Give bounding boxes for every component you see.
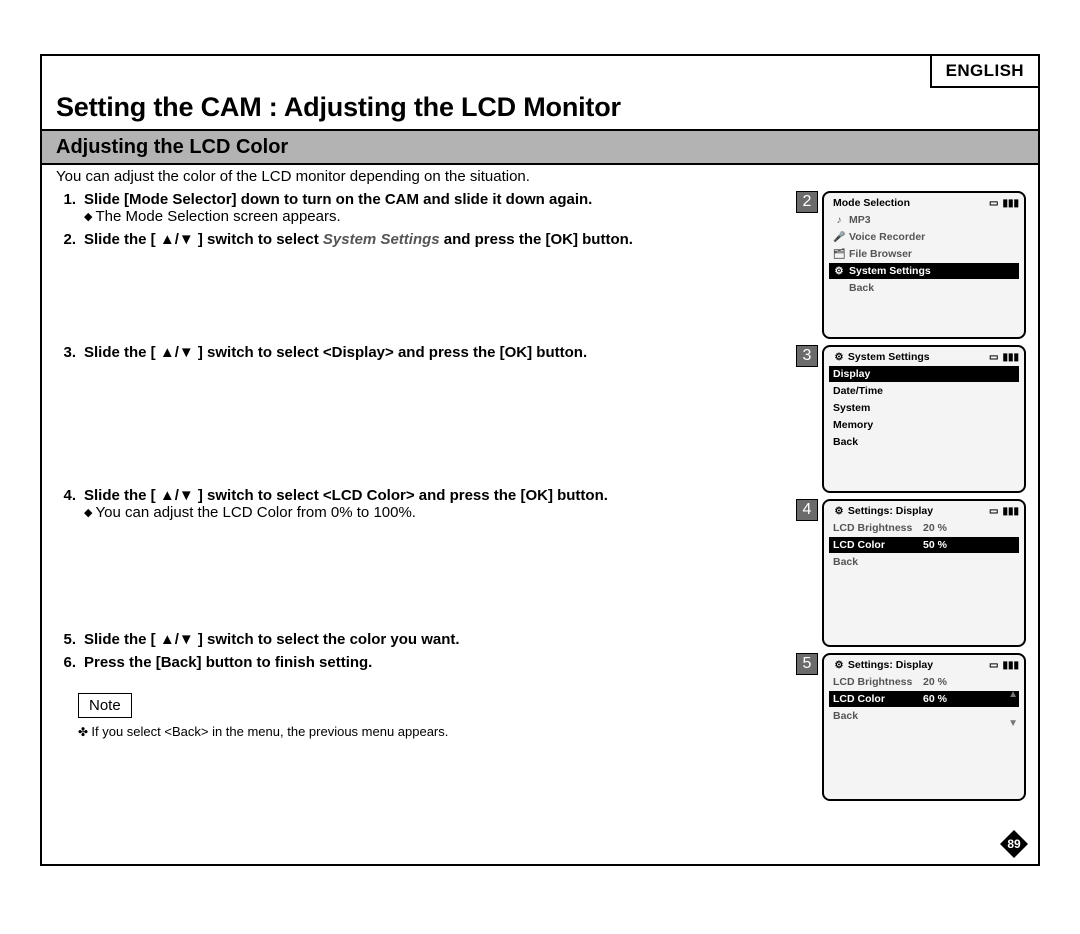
page-number: 89 bbox=[1000, 830, 1028, 858]
step-4: 4. Slide the [ ▲/▼ ] switch to select <L… bbox=[56, 487, 790, 521]
content-row: 1. Slide [Mode Selector] down to turn on… bbox=[42, 191, 1038, 807]
screen-settings-display-2: ⚙ Settings: Display ▭ ▮▮▮ LCD Brightness2… bbox=[822, 653, 1026, 801]
row-brightness: LCD Brightness20 % bbox=[829, 520, 1019, 536]
step-number: 4. bbox=[56, 487, 84, 521]
screen-number: 3 bbox=[796, 345, 818, 367]
screen-title: Settings: Display bbox=[848, 505, 933, 517]
battery-icon: ▮▮▮ bbox=[1002, 660, 1019, 671]
music-icon: ♪ bbox=[833, 215, 845, 226]
step-number: 6. bbox=[56, 654, 84, 671]
step-1: 1. Slide [Mode Selector] down to turn on… bbox=[56, 191, 790, 225]
menu-item-system-settings: ⚙System Settings bbox=[829, 263, 1019, 279]
step-6: 6. Press the [Back] button to finish set… bbox=[56, 654, 790, 671]
card-icon: ▭ bbox=[989, 506, 998, 517]
step-3: 3. Slide the [ ▲/▼ ] switch to select <D… bbox=[56, 344, 790, 361]
intro-text: You can adjust the color of the LCD moni… bbox=[42, 165, 1038, 189]
step-number: 3. bbox=[56, 344, 84, 361]
step-sub: The Mode Selection screen appears. bbox=[84, 208, 790, 225]
screen-system-settings: ⚙ System Settings ▭ ▮▮▮ Display Date/Time… bbox=[822, 345, 1026, 493]
row-lcd-color: LCD Color60 % bbox=[829, 691, 1019, 707]
row-back: Back bbox=[829, 554, 1019, 570]
screen-title: System Settings bbox=[848, 351, 930, 363]
screen-number: 2 bbox=[796, 191, 818, 213]
screen-settings-display-1: ⚙ Settings: Display ▭ ▮▮▮ LCD Brightness2… bbox=[822, 499, 1026, 647]
menu-item-voice: 🎤Voice Recorder bbox=[829, 229, 1019, 245]
screen-4-wrap: 4 ⚙ Settings: Display ▭ ▮▮▮ LCD Brightnes… bbox=[796, 499, 1032, 647]
page-number-badge: 89 bbox=[1000, 830, 1028, 858]
step-text-post: and press the [OK] button. bbox=[440, 231, 633, 248]
menu-item-system: System bbox=[829, 400, 1019, 416]
menu-item-mp3: ♪MP3 bbox=[829, 212, 1019, 228]
step-2: 2. Slide the [ ▲/▼ ] switch to select Sy… bbox=[56, 231, 790, 248]
section-title: Adjusting the LCD Color bbox=[42, 131, 1038, 165]
gear-icon: ⚙ bbox=[833, 660, 845, 671]
step-5: 5. Slide the [ ▲/▼ ] switch to select th… bbox=[56, 631, 790, 648]
screen-2-wrap: 2 Mode Selection ▭ ▮▮▮ ♪MP3 🎤Voice Record… bbox=[796, 191, 1032, 339]
step-number: 5. bbox=[56, 631, 84, 648]
screen-number: 5 bbox=[796, 653, 818, 675]
card-icon: ▭ bbox=[989, 352, 998, 363]
menu-item-filebrowser: 🗂File Browser bbox=[829, 246, 1019, 262]
screen-5-wrap: 5 ⚙ Settings: Display ▭ ▮▮▮ LCD Brightnes… bbox=[796, 653, 1032, 801]
row-back: Back bbox=[829, 708, 1019, 724]
screen-3-wrap: 3 ⚙ System Settings ▭ ▮▮▮ Display Date/Ti… bbox=[796, 345, 1032, 493]
mic-icon: 🎤 bbox=[833, 232, 845, 243]
row-brightness: LCD Brightness20 % bbox=[829, 674, 1019, 690]
gear-icon: ⚙ bbox=[833, 506, 845, 517]
battery-icon: ▮▮▮ bbox=[1002, 352, 1019, 363]
step-text: Slide the [ ▲/▼ ] switch to select <Disp… bbox=[84, 344, 587, 361]
gear-icon: ⚙ bbox=[833, 266, 845, 277]
battery-icon: ▮▮▮ bbox=[1002, 198, 1019, 209]
menu-item-back: Back bbox=[829, 434, 1019, 450]
status-icons: ▭ ▮▮▮ bbox=[989, 198, 1019, 209]
menu-item-datetime: Date/Time bbox=[829, 383, 1019, 399]
arrow-down-icon: ▼ bbox=[1008, 718, 1018, 729]
manual-page: ENGLISH Setting the CAM : Adjusting the … bbox=[40, 54, 1040, 866]
folder-icon: 🗂 bbox=[833, 249, 845, 260]
step-text: Slide the [ ▲/▼ ] switch to select <LCD … bbox=[84, 487, 608, 504]
screen-title: Settings: Display bbox=[848, 659, 933, 671]
step-text: Press the [Back] button to finish settin… bbox=[84, 654, 372, 671]
step-text-em: System Settings bbox=[323, 231, 440, 248]
arrow-up-icon: ▲ bbox=[1008, 689, 1018, 700]
status-icons: ▭ ▮▮▮ bbox=[989, 660, 1019, 671]
step-number: 2. bbox=[56, 231, 84, 248]
row-lcd-color: LCD Color50 % bbox=[829, 537, 1019, 553]
menu-item-memory: Memory bbox=[829, 417, 1019, 433]
status-icons: ▭ ▮▮▮ bbox=[989, 506, 1019, 517]
battery-icon: ▮▮▮ bbox=[1002, 506, 1019, 517]
note-text: If you select <Back> in the menu, the pr… bbox=[56, 724, 790, 739]
screen-number: 4 bbox=[796, 499, 818, 521]
gear-icon: ⚙ bbox=[833, 352, 845, 363]
step-text: Slide the [ ▲/▼ ] switch to select the c… bbox=[84, 631, 460, 648]
updown-arrows: ▲▼ bbox=[1008, 689, 1018, 729]
card-icon: ▭ bbox=[989, 660, 998, 671]
menu-item-back: Back bbox=[829, 280, 1019, 296]
step-text-pre: Slide the [ ▲/▼ ] switch to select bbox=[84, 231, 323, 248]
steps-column: 1. Slide [Mode Selector] down to turn on… bbox=[56, 191, 796, 807]
menu-item-display: Display bbox=[829, 366, 1019, 382]
step-sub: You can adjust the LCD Color from 0% to … bbox=[84, 504, 790, 521]
screens-column: 2 Mode Selection ▭ ▮▮▮ ♪MP3 🎤Voice Record… bbox=[796, 191, 1032, 807]
screen-title: Mode Selection bbox=[833, 197, 910, 209]
step-number: 1. bbox=[56, 191, 84, 225]
page-title: Setting the CAM : Adjusting the LCD Moni… bbox=[42, 56, 1038, 131]
language-box: ENGLISH bbox=[930, 54, 1040, 88]
status-icons: ▭ ▮▮▮ bbox=[989, 352, 1019, 363]
step-text: Slide [Mode Selector] down to turn on th… bbox=[84, 191, 592, 208]
card-icon: ▭ bbox=[989, 198, 998, 209]
screen-mode-selection: Mode Selection ▭ ▮▮▮ ♪MP3 🎤Voice Recorder… bbox=[822, 191, 1026, 339]
note-label-box: Note bbox=[78, 693, 132, 718]
